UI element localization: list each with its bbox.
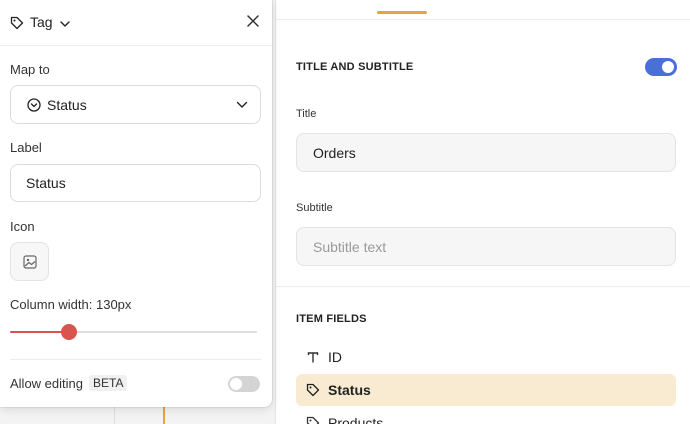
close-button[interactable] <box>244 12 262 30</box>
map-to-label: Map to <box>10 62 50 77</box>
item-field-label: Products <box>328 415 384 424</box>
background-accent-line <box>163 406 165 424</box>
item-field-label: ID <box>328 349 342 365</box>
item-fields-heading: ITEM FIELDS <box>296 313 367 325</box>
allow-editing-row: Allow editing BETA <box>10 375 128 391</box>
section-divider <box>276 286 690 287</box>
text-icon <box>306 350 320 364</box>
title-input[interactable]: Orders <box>296 133 676 172</box>
item-field-status[interactable]: Status <box>296 374 676 406</box>
subtitle-field-label: Subtitle <box>296 202 333 214</box>
title-subtitle-toggle[interactable] <box>645 58 677 76</box>
tag-icon <box>306 416 320 424</box>
column-width-label: Column width: 130px <box>10 297 132 312</box>
tag-icon <box>306 383 320 397</box>
chevron-circle-icon <box>27 97 41 112</box>
item-field-label: Status <box>328 382 371 398</box>
image-icon <box>22 254 37 269</box>
settings-panel: TITLE AND SUBTITLE Title Orders Subtitle… <box>275 0 690 424</box>
chevron-down-icon <box>236 101 248 109</box>
slider-thumb[interactable] <box>61 324 78 340</box>
chevron-down-icon <box>60 15 71 31</box>
icon-field-label: Icon <box>10 219 35 234</box>
popover-header: Tag <box>0 0 272 46</box>
column-width-slider[interactable] <box>10 324 257 340</box>
popover-divider <box>10 359 261 360</box>
title-section-heading: TITLE AND SUBTITLE <box>296 61 414 73</box>
map-to-value: Status <box>47 96 87 113</box>
item-field-id[interactable]: ID <box>296 341 676 373</box>
item-field-products[interactable]: Products <box>296 407 676 424</box>
close-icon <box>247 15 259 27</box>
title-field-label: Title <box>296 108 317 120</box>
subtitle-input[interactable]: Subtitle text <box>296 227 676 266</box>
field-config-popover: Tag Map to Status Label Status Icon Colu… <box>0 0 272 407</box>
field-type-dropdown[interactable]: Tag <box>30 13 71 31</box>
active-tab-indicator <box>377 11 427 14</box>
field-type-label: Tag <box>30 13 53 30</box>
tag-icon <box>10 16 24 30</box>
allow-editing-label: Allow editing <box>10 375 83 391</box>
map-to-select[interactable]: Status <box>10 85 261 124</box>
beta-badge: BETA <box>89 375 128 391</box>
icon-picker-button[interactable] <box>10 242 49 281</box>
label-field-label: Label <box>10 140 42 155</box>
allow-editing-toggle[interactable] <box>228 376 260 392</box>
tab-strip <box>276 0 690 20</box>
label-input[interactable]: Status <box>10 164 261 202</box>
